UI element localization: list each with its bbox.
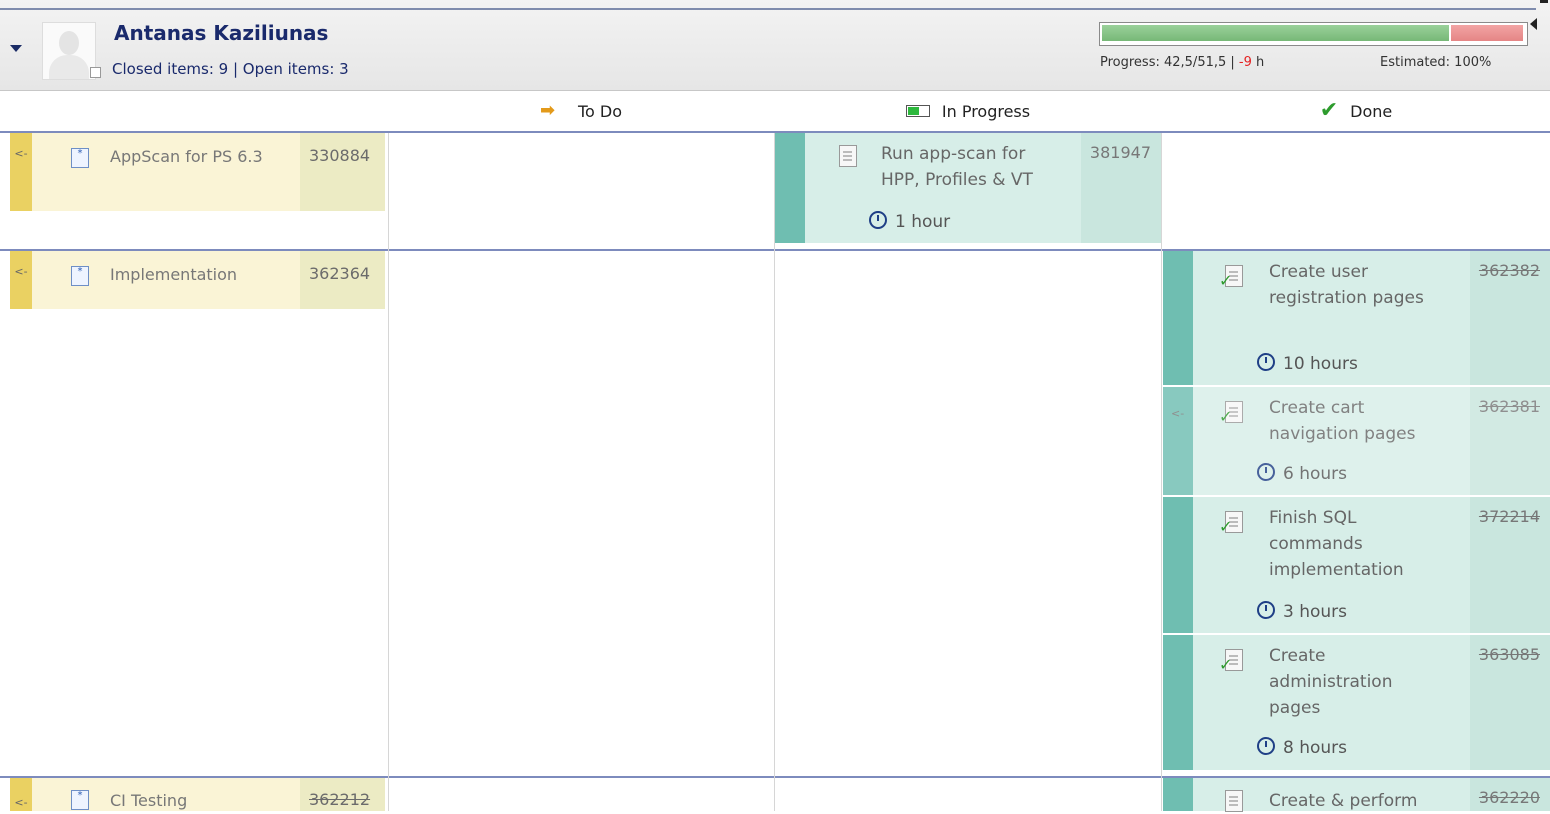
task-number[interactable]: 363085	[1479, 645, 1540, 664]
task-title: Finish SQL commands implementation	[1269, 508, 1404, 580]
story-card[interactable]: <- * AppScan for PS 6.3 330884	[10, 133, 385, 211]
battery-icon	[905, 105, 930, 117]
clock-icon	[1257, 463, 1275, 481]
task-time: 3 hours	[1257, 601, 1347, 622]
task-title: Create & perform	[1269, 791, 1418, 811]
progress-unit: h	[1256, 55, 1265, 70]
story-icon: *	[71, 790, 89, 810]
header-top-line	[0, 8, 1536, 10]
task-time: 10 hours	[1257, 353, 1358, 374]
task-time: 8 hours	[1257, 737, 1347, 758]
move-left-icon[interactable]: <-	[10, 265, 32, 278]
done-check-icon: ✓	[1219, 655, 1233, 674]
story-card[interactable]: <- * Implementation 362364	[10, 251, 385, 309]
task-card[interactable]: ✓ Create user registration pages 362382 …	[1163, 251, 1550, 385]
clock-icon	[869, 211, 887, 229]
done-check-icon: ✓	[1219, 271, 1233, 290]
clock-icon	[1257, 737, 1275, 755]
story-number[interactable]: 362364	[309, 264, 370, 283]
task-title: Create user registration pages	[1269, 262, 1424, 308]
story-strip	[10, 251, 32, 309]
task-card[interactable]: Run app-scan for HPP, Profiles & VT 3819…	[775, 133, 1161, 243]
progress-label: Progress: 42,5/51,5 |	[1100, 55, 1235, 70]
story-number-band	[300, 133, 385, 211]
progress-bar-done	[1102, 25, 1449, 41]
progress-text: Progress: 42,5/51,5 | -9 h	[1100, 55, 1264, 70]
task-card[interactable]: <- ✓ Create cart navigation pages 362381…	[1163, 387, 1550, 495]
column-header-done: ✔ Done	[1162, 96, 1550, 126]
task-time-value: 8 hours	[1283, 738, 1348, 758]
progress-bar-over	[1451, 25, 1523, 41]
arrow-right-icon: ➡	[539, 100, 556, 121]
task-time-value: 10 hours	[1283, 354, 1358, 374]
avatar	[42, 22, 96, 80]
column-label: To Do	[577, 101, 623, 121]
move-left-icon[interactable]: <-	[1171, 407, 1184, 420]
task-card[interactable]: ✓ Create administration pages 363085 8 h…	[1163, 635, 1550, 770]
task-time: 1 hour	[869, 211, 950, 232]
collapse-left-icon[interactable]	[1530, 18, 1537, 30]
move-left-icon[interactable]: <-	[10, 147, 32, 160]
move-left-icon[interactable]: <-	[10, 796, 32, 809]
task-time: 6 hours	[1257, 463, 1347, 484]
clock-icon	[1257, 353, 1275, 371]
task-title: Create administration pages	[1269, 646, 1393, 718]
avatar-checkbox[interactable]	[90, 67, 101, 78]
progress-bar	[1099, 22, 1528, 46]
task-card[interactable]: ✓ Finish SQL commands implementation 372…	[1163, 497, 1550, 633]
story-title: Implementation	[110, 265, 238, 284]
user-name[interactable]: Antanas Kaziliunas	[114, 21, 328, 45]
check-icon: ✔	[1319, 98, 1339, 123]
column-label: Done	[1350, 101, 1393, 121]
avatar-shoulders	[49, 55, 89, 79]
column-divider	[1161, 133, 1162, 811]
story-icon: *	[71, 148, 89, 168]
task-time-value: 6 hours	[1283, 464, 1348, 484]
clipboard-icon	[839, 145, 857, 167]
done-check-icon: ✓	[1219, 407, 1233, 426]
story-number[interactable]: 330884	[309, 146, 370, 165]
task-time-value: 1 hour	[895, 212, 951, 232]
story-card[interactable]: <- * CI Testing 362212	[10, 778, 385, 811]
story-icon: *	[71, 266, 89, 286]
done-check-icon: ✓	[1219, 517, 1233, 536]
column-divider	[388, 133, 389, 811]
task-number[interactable]: 362381	[1479, 397, 1540, 416]
corner-marker	[1540, 0, 1548, 3]
estimated-text: Estimated: 100%	[1380, 55, 1492, 70]
story-title: CI Testing	[110, 791, 188, 810]
story-strip	[10, 133, 32, 211]
task-number[interactable]: 372214	[1479, 507, 1540, 526]
progress-overrun: -9	[1238, 55, 1252, 70]
task-title: Create cart navigation pages	[1269, 398, 1416, 444]
collapse-arrow-icon[interactable]	[10, 45, 22, 52]
column-header-todo: ➡ To Do	[388, 96, 774, 126]
avatar-head	[59, 31, 79, 55]
clock-icon	[1257, 601, 1275, 619]
story-title: AppScan for PS 6.3	[110, 147, 263, 166]
clipboard-icon	[1225, 790, 1243, 812]
task-card[interactable]: Create & perform 362220	[1163, 778, 1550, 812]
task-number[interactable]: 362382	[1479, 261, 1540, 280]
task-time-value: 3 hours	[1283, 602, 1348, 622]
task-number[interactable]: 381947	[1090, 143, 1151, 162]
task-title: Run app-scan for HPP, Profiles & VT	[881, 144, 1033, 190]
column-label: In Progress	[941, 101, 1031, 121]
story-number[interactable]: 362212	[309, 790, 370, 809]
user-item-stats: Closed items: 9 | Open items: 3	[112, 60, 349, 78]
column-header-in-progress: In Progress	[775, 96, 1161, 126]
task-number[interactable]: 362220	[1479, 788, 1540, 807]
